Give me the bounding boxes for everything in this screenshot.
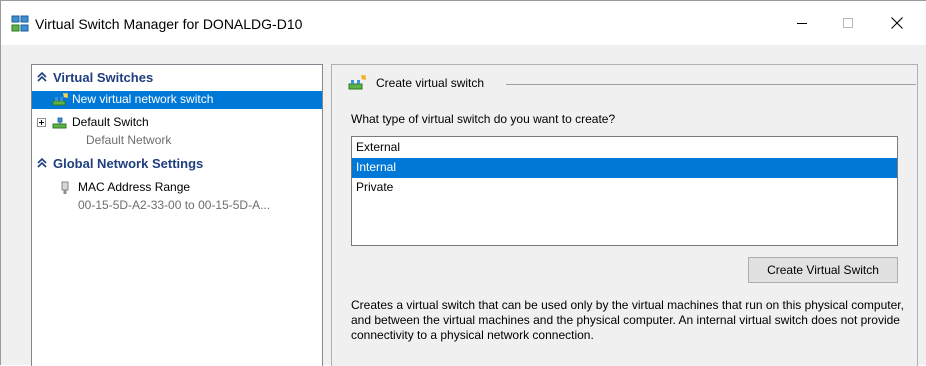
- create-virtual-switch-button[interactable]: Create Virtual Switch: [748, 257, 898, 283]
- tree-item-detail: Default Network: [32, 132, 322, 150]
- virtual-switch-manager-window: Virtual Switch Manager for DONALDG-D10 V: [0, 0, 926, 366]
- tree-item-label: Default Switch: [72, 115, 149, 129]
- tree-item-label: MAC Address Range: [78, 180, 191, 194]
- maximize-button[interactable]: [825, 1, 871, 45]
- new-switch-icon: [348, 75, 366, 90]
- collapse-chevron-icon: [37, 71, 47, 82]
- create-virtual-switch-panel: Create virtual switch What type of virtu…: [331, 64, 918, 366]
- close-button[interactable]: [874, 1, 920, 45]
- switch-type-option-private[interactable]: Private: [352, 178, 897, 198]
- switch-type-list[interactable]: External Internal Private: [351, 136, 898, 246]
- navigation-tree[interactable]: Virtual Switches New virtual network swi…: [31, 64, 323, 366]
- virtual-switch-manager-icon: [11, 15, 29, 32]
- mac-address-range-value: 00-15-5D-A2-33-00 to 00-15-5D-A...: [78, 198, 271, 212]
- title-bar[interactable]: Virtual Switch Manager for DONALDG-D10: [1, 1, 926, 45]
- section-virtual-switches[interactable]: Virtual Switches: [32, 69, 322, 87]
- minimize-icon: [797, 23, 807, 24]
- tree-item-new-switch[interactable]: New virtual network switch: [32, 91, 322, 109]
- heading-label: Create virtual switch: [376, 76, 485, 90]
- maximize-icon: [843, 18, 853, 28]
- close-icon: [891, 17, 903, 29]
- minimize-button[interactable]: [779, 1, 825, 45]
- switch-type-option-internal[interactable]: Internal: [352, 158, 897, 178]
- network-switch-icon: [52, 117, 67, 129]
- section-header-label: Virtual Switches: [53, 70, 154, 85]
- collapse-chevron-icon: [37, 157, 47, 168]
- new-switch-icon: [52, 93, 68, 106]
- section-global-network-settings[interactable]: Global Network Settings: [32, 155, 322, 173]
- tree-item-mac-address-range[interactable]: MAC Address Range: [32, 179, 322, 197]
- heading-divider: [506, 84, 916, 85]
- section-header-label: Global Network Settings: [53, 156, 204, 171]
- switch-type-question: What type of virtual switch do you want …: [351, 112, 616, 126]
- default-switch-network: Default Network: [86, 133, 172, 147]
- switch-type-description: Creates a virtual switch that can be use…: [351, 298, 904, 342]
- expand-plus-icon[interactable]: [37, 118, 46, 127]
- switch-type-option-external[interactable]: External: [352, 138, 897, 158]
- network-adapter-icon: [61, 181, 69, 194]
- tree-item-default-switch[interactable]: Default Switch: [32, 114, 322, 132]
- window-title: Virtual Switch Manager for DONALDG-D10: [35, 16, 303, 32]
- create-virtual-switch-heading: Create virtual switch: [346, 73, 916, 93]
- tree-item-detail: 00-15-5D-A2-33-00 to 00-15-5D-A...: [32, 197, 322, 215]
- tree-item-label: New virtual network switch: [72, 92, 214, 106]
